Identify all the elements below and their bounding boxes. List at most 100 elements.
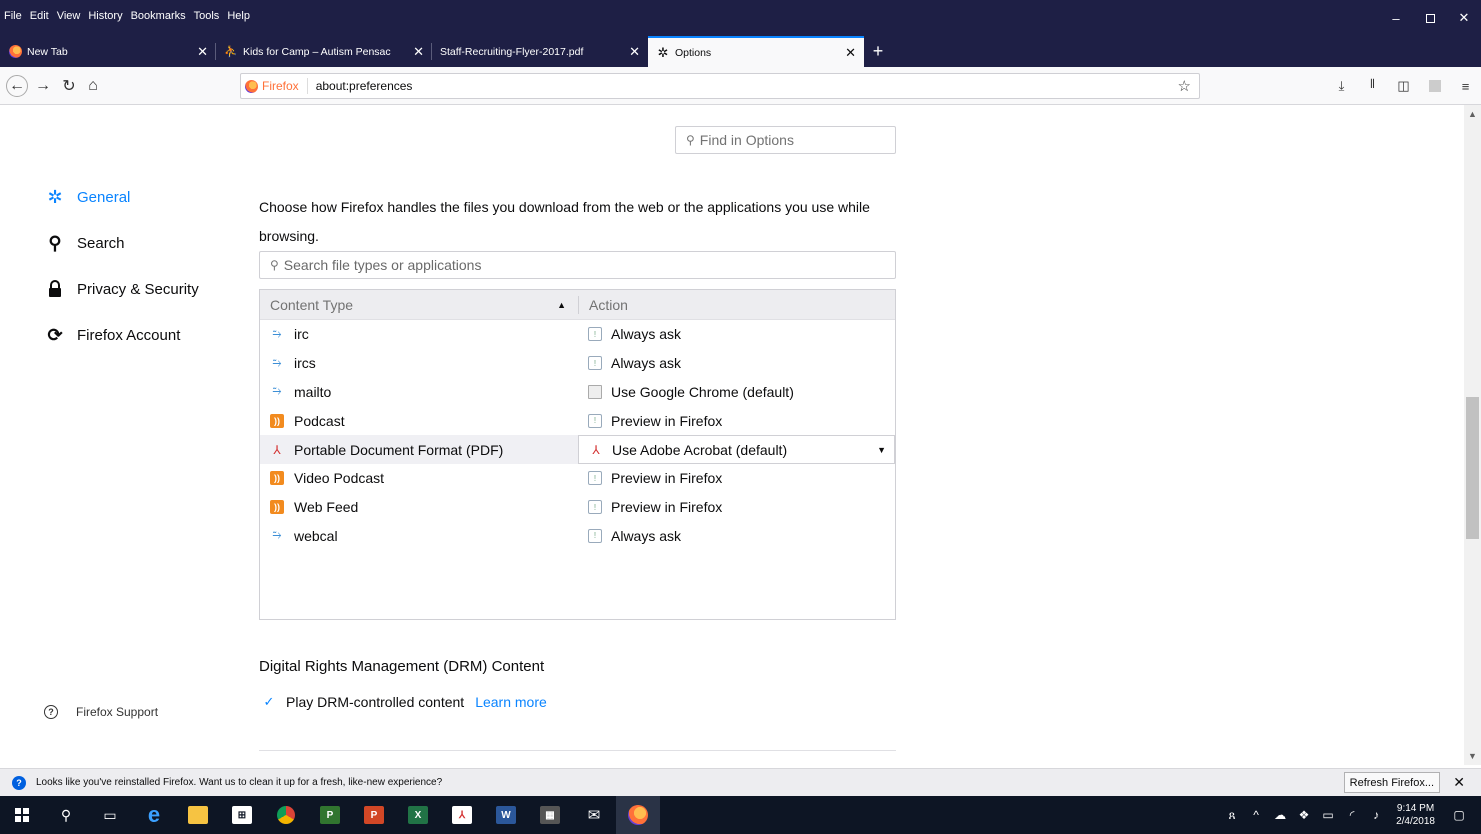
file-explorer-icon[interactable] [176,796,220,834]
word-icon[interactable]: W [484,796,528,834]
mail-icon[interactable]: ✉ [572,796,616,834]
drm-checkbox-label[interactable]: Play DRM-controlled content [286,694,464,710]
close-tab-icon[interactable]: ✕ [845,45,856,61]
chevron-up-icon[interactable]: ^ [1244,808,1268,822]
menu-history[interactable]: History [88,10,122,22]
volume-icon[interactable]: ♪ [1364,808,1388,822]
menu-bookmarks[interactable]: Bookmarks [131,10,186,22]
menu-hamburger-icon[interactable]: ≡ [1450,75,1481,97]
content-type-label: ircs [294,355,316,372]
back-button[interactable]: ← [6,75,28,97]
close-tab-icon[interactable]: ✕ [413,44,424,60]
preview-icon: ! [588,500,602,515]
ask-icon: ! [588,528,602,543]
tab-title: Options [675,46,712,59]
close-window-button[interactable]: ✕ [1447,0,1481,36]
extension-icon[interactable] [1419,75,1450,97]
menu-help[interactable]: Help [227,10,250,22]
action-label: Use Adobe Acrobat (default) [612,441,788,458]
identity-box[interactable]: Firefox [245,78,308,94]
category-general[interactable]: ✲ General [44,186,130,208]
content-types-table: Content Type ▲ Action ⥲ irc ! Always ask ⥲… [259,289,896,620]
clock[interactable]: 9:14 PM 2/4/2018 [1388,802,1447,828]
tab-title: Kids for Camp – Autism Pensac [243,45,391,58]
store-icon[interactable]: ⊞ [220,796,264,834]
table-row[interactable]: ⥲ irc ! Always ask [260,320,895,349]
table-row[interactable]: ⥲ ircs ! Always ask [260,349,895,378]
firefox-taskbar-icon[interactable] [616,796,660,834]
table-row[interactable]: )) Web Feed ! Preview in Firefox [260,493,895,522]
category-label: Privacy & Security [77,280,199,298]
task-view-icon[interactable]: ▭ [88,796,132,834]
table-row[interactable]: ⥲ webcal ! Always ask [260,522,895,551]
table-row[interactable]: )) Podcast ! Preview in Firefox [260,406,895,435]
downloads-icon[interactable]: ⤓ [1326,75,1357,97]
new-tab-button[interactable]: + [864,36,892,67]
close-notification-icon[interactable]: ✕ [1453,774,1465,791]
table-row[interactable]: )) Video Podcast ! Preview in Firefox [260,464,895,493]
category-label: Search [77,234,125,252]
column-header-content-type[interactable]: Content Type ▲ [260,297,578,313]
dropbox-icon[interactable]: ❖ [1292,808,1316,822]
column-label: Action [589,296,628,313]
tab-new-tab[interactable]: New Tab ✕ [0,36,216,67]
close-tab-icon[interactable]: ✕ [629,44,640,60]
windows-taskbar: ⚲ ▭ e ⊞ P P X ⅄ W ▦ ✉ ጸ ^ ☁ ❖ ▭ ◜ ♪ 9:14… [0,796,1481,834]
applications-description: Choose how Firefox handles the files you… [259,199,870,244]
drm-section-title: Digital Rights Management (DRM) Content [259,658,545,675]
windows-start-icon[interactable] [0,796,44,834]
scroll-up-icon[interactable]: ▲ [1468,109,1477,119]
battery-icon[interactable]: ▭ [1316,808,1340,822]
restore-button[interactable] [1413,0,1447,36]
project-icon[interactable]: P [308,796,352,834]
search-icon[interactable]: ⚲ [44,796,88,834]
tab-staff-flyer[interactable]: Staff-Recruiting-Flyer-2017.pdf ✕ [432,36,648,67]
menu-file[interactable]: File [4,10,22,22]
category-search[interactable]: ⚲ Search [44,232,125,254]
scrollbar-thumb[interactable] [1466,397,1479,539]
sidebar-icon[interactable]: ◫ [1388,75,1419,97]
find-in-options-input[interactable]: ⚲ Find in Options [675,126,896,154]
excel-icon[interactable]: X [396,796,440,834]
search-icon: ⚲ [270,258,279,272]
learn-more-link[interactable]: Learn more [475,694,547,710]
category-privacy-security[interactable]: Privacy & Security [44,278,199,300]
page-scrollbar[interactable]: ▲ ▼ [1464,105,1481,765]
url-bar[interactable]: Firefox about:preferences ☆ [240,73,1200,99]
menu-view[interactable]: View [57,10,81,22]
people-icon[interactable]: ጸ [1220,808,1244,823]
table-row-selected[interactable]: ⅄ Portable Document Format (PDF) ⅄ Use Ado… [260,435,895,464]
wifi-icon[interactable]: ◜ [1340,808,1364,822]
library-icon[interactable]: 𝍪 [1357,75,1388,97]
forward-button[interactable]: → [32,75,54,97]
acrobat-icon[interactable]: ⅄ [440,796,484,834]
refresh-firefox-button[interactable]: Refresh Firefox... [1343,772,1440,793]
menu-edit[interactable]: Edit [30,10,49,22]
content-type-label: Portable Document Format (PDF) [294,441,504,458]
tab-kids-for-camp[interactable]: ⛹ Kids for Camp – Autism Pensac ✕ [216,36,432,67]
powerpoint-icon[interactable]: P [352,796,396,834]
category-firefox-account[interactable]: ⟳ Firefox Account [44,324,180,346]
calculator-icon[interactable]: ▦ [528,796,572,834]
firefox-support-link[interactable]: ? Firefox Support [44,705,158,719]
bookmark-star-icon[interactable]: ☆ [1178,77,1191,95]
drm-checkbox[interactable]: ✓ [262,694,276,709]
close-tab-icon[interactable]: ✕ [197,44,208,60]
home-button[interactable]: ⌂ [82,75,104,97]
column-header-action[interactable]: Action [578,295,895,314]
search-file-types-input[interactable]: ⚲ Search file types or applications [259,251,896,279]
cloud-icon[interactable]: ☁ [1268,808,1292,822]
menu-tools[interactable]: Tools [194,10,220,22]
edge-icon[interactable]: e [132,796,176,834]
back-arrow-icon: ← [9,77,25,94]
table-row[interactable]: ⥲ mailto Use Google Chrome (default) [260,378,895,407]
action-dropdown[interactable]: ⅄ Use Adobe Acrobat (default) ▼ [578,435,895,464]
scroll-down-icon[interactable]: ▼ [1468,751,1477,761]
chrome-icon[interactable] [264,796,308,834]
notifications-icon[interactable]: ▢ [1447,808,1471,822]
tab-options[interactable]: ✲ Options ✕ [648,36,864,67]
action-label: Always ask [611,326,682,343]
minimize-button[interactable]: – [1379,0,1413,36]
reload-button[interactable]: ↻ [58,75,80,97]
sort-ascending-icon: ▲ [557,299,566,310]
